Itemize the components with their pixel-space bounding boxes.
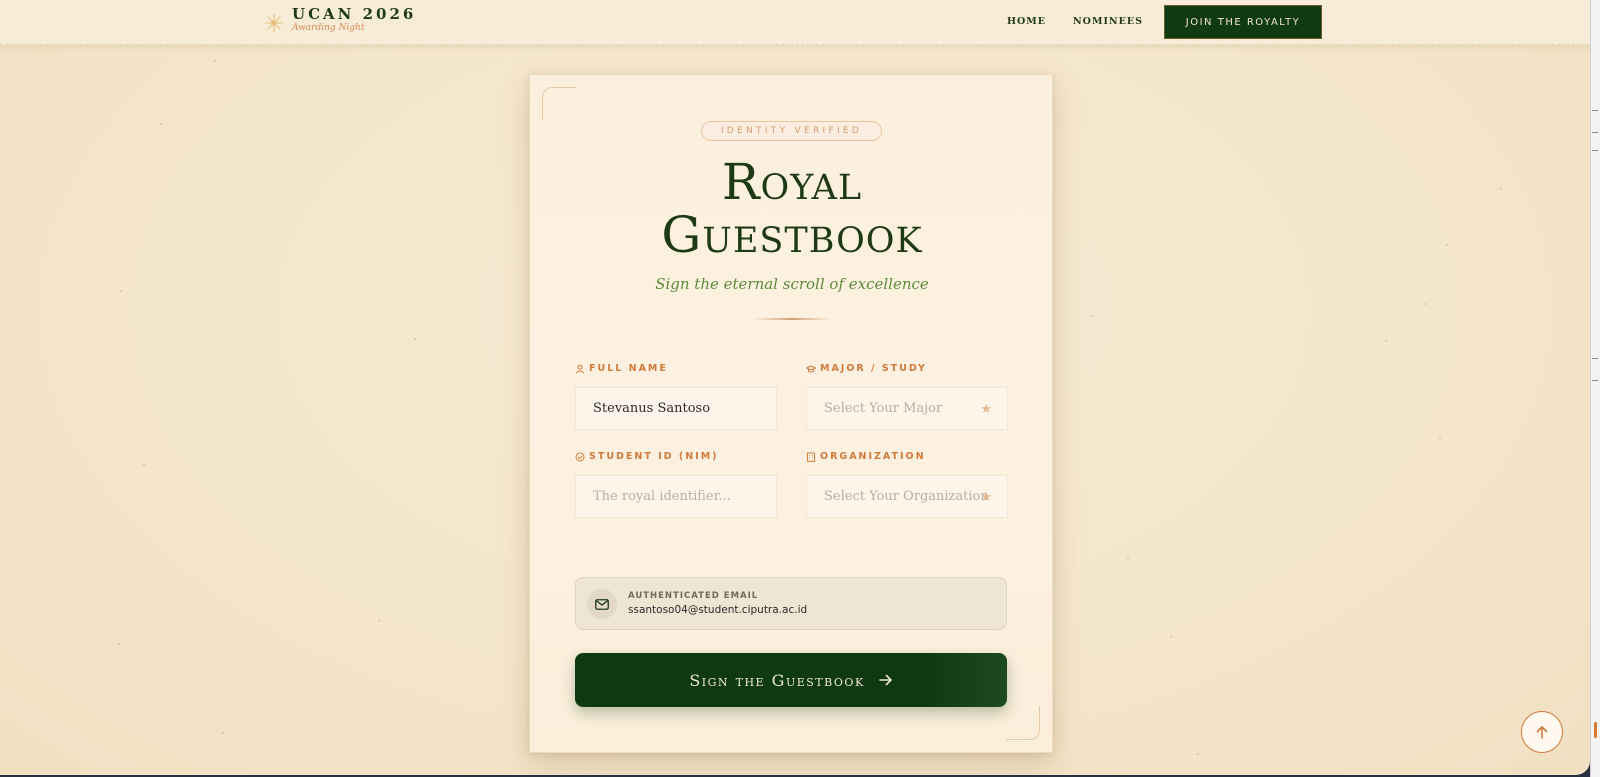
student-id-input[interactable]: The royal identifier... xyxy=(575,475,777,518)
full-name-label: FULL NAME xyxy=(575,363,668,374)
nav-nominees-link[interactable]: NOMINEES xyxy=(1073,16,1143,27)
top-navbar: UCAN 2026 Awarding Night HOME NOMINEES J… xyxy=(0,0,1590,45)
page-subtitle: Sign the eternal scroll of excellence xyxy=(655,275,929,293)
brand-subtitle: Awarding Night xyxy=(292,23,365,33)
email-label: AUTHENTICATED EMAIL xyxy=(628,591,759,601)
adjacent-window-edge xyxy=(1590,0,1600,777)
background-speck xyxy=(1385,340,1387,342)
background-speck xyxy=(1197,753,1199,755)
join-royalty-button[interactable]: JOIN THE ROYALTY xyxy=(1164,5,1322,39)
email-value: ssantoso04@student.ciputra.ac.id xyxy=(628,604,808,616)
authenticated-email-box: AUTHENTICATED EMAIL ssantoso04@student.c… xyxy=(575,577,1007,630)
edge-mark xyxy=(1592,110,1598,111)
arrow-right-icon xyxy=(878,674,892,686)
brand-logo[interactable]: UCAN 2026 Awarding Night xyxy=(263,6,416,34)
major-label-text: MAJOR / STUDY xyxy=(820,363,927,374)
full-name-value: Stevanus Santoso xyxy=(593,401,711,416)
sign-guestbook-label: Sign the Guestbook xyxy=(689,670,865,690)
background-speck xyxy=(1446,244,1448,246)
building-icon xyxy=(807,452,815,462)
page-title-line2: Guestbook xyxy=(661,206,923,264)
guestbook-card: IDENTITY VERIFIED Royal Guestbook Sign t… xyxy=(529,74,1053,753)
background-speck xyxy=(1439,437,1441,439)
identity-verified-badge: IDENTITY VERIFIED xyxy=(701,121,882,141)
title-divider xyxy=(752,318,832,320)
background-speck xyxy=(1091,315,1093,317)
organization-label: ORGANIZATION xyxy=(806,451,926,462)
organization-placeholder: Select Your Organization xyxy=(824,489,989,504)
graduation-cap-icon xyxy=(806,364,816,373)
sign-guestbook-button[interactable]: Sign the Guestbook xyxy=(575,653,1007,707)
edge-accent xyxy=(1594,722,1597,738)
student-id-label-text: STUDENT ID (NIM) xyxy=(589,451,719,462)
brand-title: UCAN 2026 xyxy=(292,5,417,23)
required-star-icon: ★ xyxy=(980,402,992,417)
background-speck xyxy=(1127,557,1129,559)
edge-mark xyxy=(1592,358,1598,359)
background-speck xyxy=(1170,636,1172,638)
background-speck xyxy=(160,123,162,125)
page-viewport: UCAN 2026 Awarding Night HOME NOMINEES J… xyxy=(0,0,1590,775)
organization-select[interactable]: Select Your Organization ★ xyxy=(806,475,1008,518)
required-star-icon: ★ xyxy=(980,490,992,505)
edge-mark xyxy=(1592,150,1598,151)
card-corner-ornament xyxy=(1006,706,1040,740)
background-speck xyxy=(414,338,416,340)
scroll-to-top-button[interactable] xyxy=(1521,711,1563,753)
background-speck xyxy=(214,60,216,62)
page-title-line1: Royal xyxy=(721,153,863,211)
sparkle-icon xyxy=(264,13,284,33)
background-speck xyxy=(378,620,380,622)
student-id-placeholder: The royal identifier... xyxy=(593,489,731,504)
card-corner-ornament xyxy=(542,87,576,121)
nav-home-link[interactable]: HOME xyxy=(1007,16,1046,27)
edge-mark xyxy=(1592,132,1598,133)
major-label: MAJOR / STUDY xyxy=(806,363,927,374)
full-name-label-text: FULL NAME xyxy=(589,363,668,374)
major-placeholder: Select Your Major xyxy=(824,401,943,416)
background-speck xyxy=(118,643,120,645)
user-icon xyxy=(576,364,584,373)
full-name-input[interactable]: Stevanus Santoso xyxy=(575,387,777,430)
major-select[interactable]: Select Your Major ★ xyxy=(806,387,1008,430)
background-speck xyxy=(1425,303,1427,305)
arrow-up-icon xyxy=(1536,726,1548,739)
student-id-label: STUDENT ID (NIM) xyxy=(575,451,719,462)
background-speck xyxy=(1500,188,1502,190)
organization-label-text: ORGANIZATION xyxy=(820,451,926,462)
background-speck xyxy=(120,290,122,292)
badge-check-icon xyxy=(575,452,585,461)
background-speck xyxy=(222,732,224,734)
mail-icon xyxy=(587,589,617,619)
edge-mark xyxy=(1592,380,1598,381)
background-speck xyxy=(143,464,145,466)
